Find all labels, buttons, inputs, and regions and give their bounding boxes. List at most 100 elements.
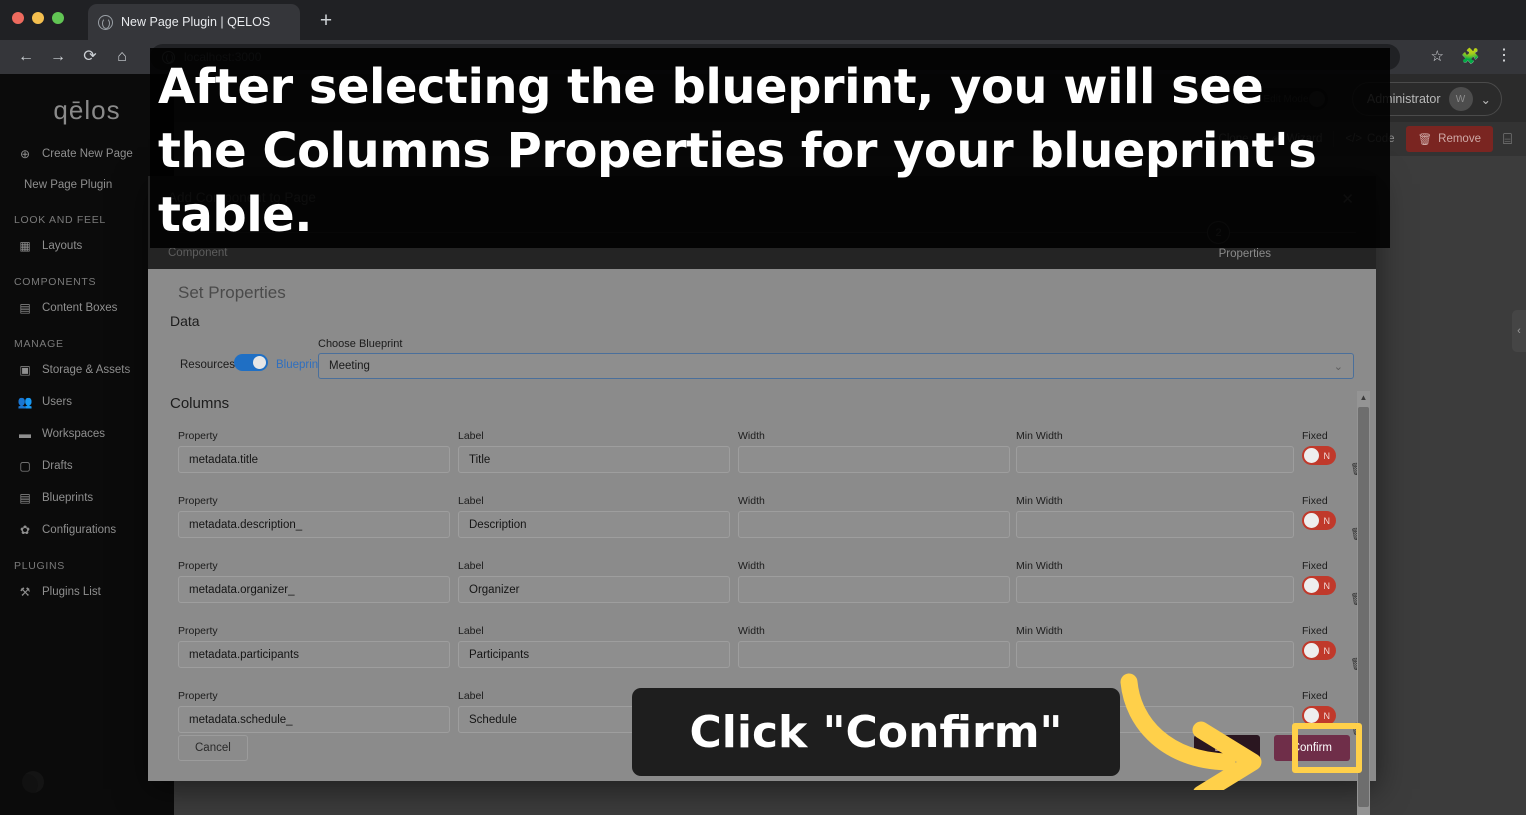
- fixed-toggle-label: N: [1323, 645, 1331, 656]
- label-input[interactable]: Description: [458, 511, 730, 538]
- grid-icon: ▦: [19, 239, 31, 253]
- sidebar-item-label: Layouts: [42, 240, 83, 252]
- screen: New Page Plugin | QELOS + ← → ⟳ ⌂ localh…: [0, 0, 1526, 815]
- min-width-header: Min Width: [1016, 430, 1063, 442]
- property-header: Property: [178, 495, 218, 507]
- plug-icon[interactable]: ⌸: [1495, 131, 1512, 148]
- panel-collapse-button[interactable]: ‹: [1512, 310, 1526, 352]
- label-header: Label: [458, 495, 484, 507]
- min-width-header: Min Width: [1016, 625, 1063, 637]
- width-input[interactable]: [738, 511, 1010, 538]
- fixed-field-group: Fixed N: [1302, 625, 1362, 660]
- storage-icon: ▣: [19, 363, 31, 377]
- table-row: Property metadata.participants Label Par…: [170, 611, 1365, 676]
- scroll-up-arrow-icon[interactable]: ▲: [1357, 391, 1370, 404]
- fixed-field-group: Fixed N: [1302, 690, 1362, 725]
- resources-blueprints-toggle[interactable]: [234, 354, 268, 371]
- gear-icon: ✿: [19, 523, 31, 537]
- users-icon: 👥: [17, 395, 33, 409]
- table-row: Property metadata.description_ Label Des…: [170, 481, 1365, 546]
- sidebar-item-label: Content Boxes: [42, 302, 118, 314]
- width-header: Width: [738, 495, 765, 507]
- tutorial-instruction-text: After selecting the blueprint, you will …: [158, 59, 1317, 243]
- cancel-button[interactable]: Cancel: [178, 735, 248, 761]
- label-field-group: Label Organizer: [458, 560, 730, 603]
- fixed-header: Fixed: [1302, 690, 1328, 702]
- document-icon: ▢: [19, 459, 31, 473]
- forward-button[interactable]: →: [44, 43, 72, 71]
- maximize-window-button[interactable]: [52, 12, 64, 24]
- browser-menu-icon[interactable]: ⋮: [1496, 45, 1512, 65]
- label-header: Label: [458, 560, 484, 572]
- blueprint-select[interactable]: Meeting ⌄: [318, 353, 1354, 379]
- remove-button[interactable]: 🗑 Remove: [1405, 126, 1493, 152]
- sidebar-item-label: Plugins List: [42, 586, 101, 598]
- fixed-field-group: Fixed N: [1302, 560, 1362, 595]
- fixed-toggle-label: N: [1323, 450, 1331, 461]
- browser-tab-title: New Page Plugin | QELOS: [121, 15, 271, 29]
- set-properties-heading: Set Properties: [178, 283, 286, 302]
- label-input[interactable]: Participants: [458, 641, 730, 668]
- label-field-group: Label Description: [458, 495, 730, 538]
- toggle-knob: [1304, 448, 1319, 463]
- table-row: Property metadata.organizer_ Label Organ…: [170, 546, 1365, 611]
- width-input[interactable]: [738, 641, 1010, 668]
- modal-subtitle: Component: [168, 247, 228, 259]
- resources-label: Resources: [180, 359, 235, 371]
- width-header: Width: [738, 625, 765, 637]
- min-width-input[interactable]: [1016, 511, 1294, 538]
- back-button[interactable]: ←: [12, 43, 40, 71]
- toggle-knob: [1304, 513, 1319, 528]
- remove-label: Remove: [1438, 133, 1481, 145]
- close-window-button[interactable]: [12, 12, 24, 24]
- tutorial-click-callout: Click "Confirm": [632, 688, 1120, 776]
- fixed-toggle-label: N: [1323, 580, 1331, 591]
- min-width-header: Min Width: [1016, 495, 1063, 507]
- sidebar-item-label: Configurations: [42, 524, 117, 536]
- dark-mode-moon-icon[interactable]: [22, 771, 44, 793]
- property-field-group: Property metadata.organizer_: [178, 560, 450, 603]
- sidebar-item-label: New Page Plugin: [24, 179, 113, 191]
- avatar: W: [1448, 87, 1473, 111]
- extensions-puzzle-icon[interactable]: 🧩: [1461, 47, 1480, 65]
- fixed-toggle[interactable]: N: [1302, 446, 1336, 465]
- property-input[interactable]: metadata.title: [178, 446, 450, 473]
- browser-tab[interactable]: New Page Plugin | QELOS: [88, 4, 300, 40]
- property-header: Property: [178, 560, 218, 572]
- property-input[interactable]: metadata.description_: [178, 511, 450, 538]
- property-input[interactable]: metadata.organizer_: [178, 576, 450, 603]
- fixed-header: Fixed: [1302, 625, 1328, 637]
- sidebar-item-create-new-page[interactable]: ⊕ Create New Page: [0, 138, 174, 170]
- bookmark-star-icon[interactable]: ☆: [1431, 47, 1444, 65]
- min-width-input[interactable]: [1016, 576, 1294, 603]
- width-header: Width: [738, 560, 765, 572]
- width-input[interactable]: [738, 446, 1010, 473]
- sidebar-item-label: Users: [42, 396, 73, 408]
- property-field-group: Property metadata.title: [178, 430, 450, 473]
- fixed-toggle[interactable]: N: [1302, 576, 1336, 595]
- label-header: Label: [458, 625, 484, 637]
- label-header: Label: [458, 430, 484, 442]
- fixed-field-group: Fixed N: [1302, 495, 1362, 530]
- fixed-toggle[interactable]: N: [1302, 511, 1336, 530]
- sidebar-item-label: Workspaces: [42, 428, 106, 440]
- reload-button[interactable]: ⟳: [76, 43, 104, 71]
- choose-blueprint-label: Choose Blueprint: [318, 338, 403, 350]
- label-input[interactable]: Organizer: [458, 576, 730, 603]
- data-heading: Data: [170, 313, 200, 329]
- minimize-window-button[interactable]: [32, 12, 44, 24]
- label-input[interactable]: Title: [458, 446, 730, 473]
- fixed-toggle[interactable]: N: [1302, 641, 1336, 660]
- home-button[interactable]: ⌂: [108, 43, 136, 71]
- min-width-field-group: Min Width: [1016, 625, 1294, 668]
- property-header: Property: [178, 625, 218, 637]
- new-tab-button[interactable]: +: [312, 8, 340, 36]
- min-width-input[interactable]: [1016, 641, 1294, 668]
- step-label-properties: Properties: [1218, 248, 1271, 260]
- width-input[interactable]: [738, 576, 1010, 603]
- width-field-group: Width: [738, 430, 1010, 473]
- min-width-field-group: Min Width: [1016, 430, 1294, 473]
- min-width-input[interactable]: [1016, 446, 1294, 473]
- confirm-button[interactable]: Confirm: [1273, 735, 1350, 761]
- property-input[interactable]: metadata.participants: [178, 641, 450, 668]
